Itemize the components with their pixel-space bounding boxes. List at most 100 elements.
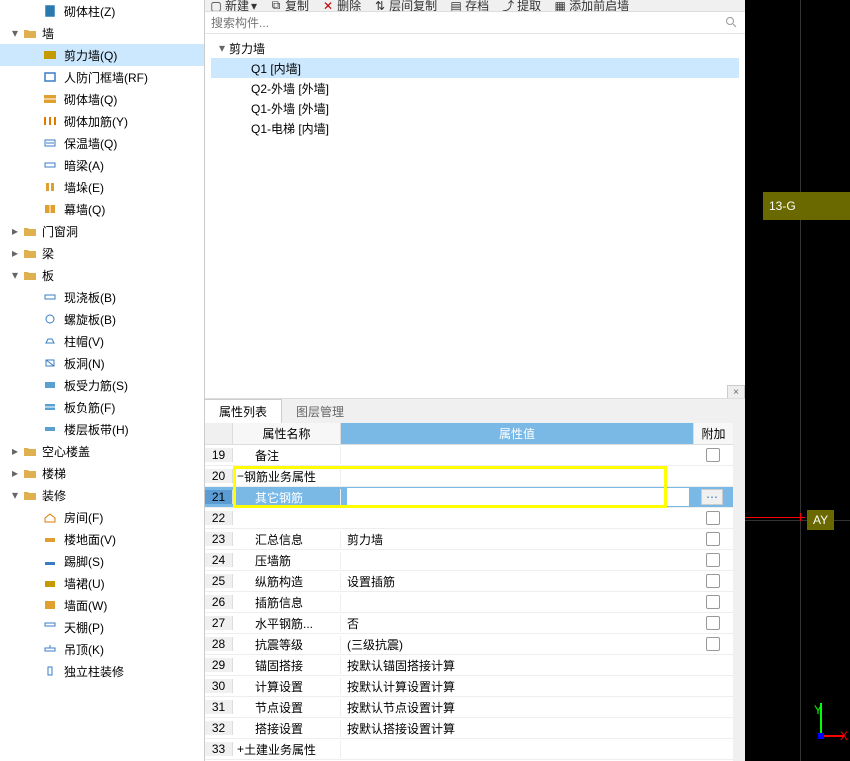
- component-item-q1-inner[interactable]: Q1 [内墙]: [211, 58, 739, 78]
- tree-item-skirting[interactable]: 踢脚(S): [0, 550, 204, 572]
- tree-item-stair[interactable]: ▸楼梯: [0, 462, 204, 484]
- component-instance-tree[interactable]: ▾剪力墙 Q1 [内墙] Q2-外墙 [外墙] Q1-外墙 [外墙] Q1-电梯…: [205, 34, 745, 399]
- tree-item-masonry-column[interactable]: 砌体柱(Z): [0, 0, 204, 22]
- collapse-icon[interactable]: ▾: [8, 268, 22, 282]
- tab-property-list[interactable]: 属性列表: [205, 399, 282, 423]
- tree-item-wall-pier[interactable]: 墙垛(E): [0, 176, 204, 198]
- tree-item-suspended-ceiling[interactable]: 吊顶(K): [0, 638, 204, 660]
- save-button[interactable]: ▤存档: [449, 0, 489, 12]
- component-item-q1-elevator[interactable]: Q1-电梯 [内墙]: [211, 118, 739, 138]
- tree-item-slab[interactable]: ▾ 板: [0, 264, 204, 286]
- additional-checkbox[interactable]: [706, 616, 720, 630]
- tree-item-civil-wall[interactable]: 人防门框墙(RF): [0, 66, 204, 88]
- search-icon[interactable]: [725, 16, 739, 30]
- tree-item-ceiling[interactable]: 天棚(P): [0, 616, 204, 638]
- property-value-cell[interactable]: [341, 488, 693, 506]
- tree-item-decoration[interactable]: ▾装修: [0, 484, 204, 506]
- category-toggle-icon[interactable]: +: [237, 742, 244, 756]
- tree-item-room[interactable]: 房间(F): [0, 506, 204, 528]
- property-row[interactable]: 25纵筋构造设置插筋: [205, 571, 733, 592]
- property-row[interactable]: 19备注: [205, 445, 733, 466]
- tree-item-masonry-wall[interactable]: 砌体墙(Q): [0, 88, 204, 110]
- tree-label: 板受力筋(S): [64, 377, 128, 394]
- additional-checkbox[interactable]: [706, 637, 720, 651]
- vertical-scrollbar[interactable]: [733, 423, 745, 761]
- property-row[interactable]: 26插筋信息: [205, 592, 733, 613]
- tree-item-floor-strip[interactable]: 楼层板带(H): [0, 418, 204, 440]
- component-item-q2-outer[interactable]: Q2-外墙 [外墙]: [211, 78, 739, 98]
- tree-item-beam[interactable]: ▸ 梁: [0, 242, 204, 264]
- tree-item-negative-rebar[interactable]: 板负筋(F): [0, 396, 204, 418]
- property-row[interactable]: 30计算设置按默认计算设置计算: [205, 676, 733, 697]
- new-button[interactable]: ▢新建 ▾: [209, 0, 257, 12]
- property-row[interactable]: 23汇总信息剪力墙: [205, 529, 733, 550]
- component-group-shear-wall[interactable]: ▾剪力墙: [211, 38, 739, 58]
- additional-checkbox[interactable]: [706, 448, 720, 462]
- expand-icon[interactable]: ▸: [8, 224, 22, 238]
- property-value-cell[interactable]: 按默认锚固搭接计算: [341, 657, 693, 674]
- property-row[interactable]: 31节点设置按默认节点设置计算: [205, 697, 733, 718]
- property-row[interactable]: 33+ 土建业务属性: [205, 739, 733, 760]
- property-row[interactable]: 20− 钢筋业务属性: [205, 466, 733, 487]
- additional-checkbox[interactable]: [706, 595, 720, 609]
- property-row[interactable]: 27水平钢筋...否: [205, 613, 733, 634]
- additional-checkbox[interactable]: [706, 553, 720, 567]
- property-value-cell[interactable]: 剪力墙: [341, 531, 693, 548]
- property-value-cell[interactable]: 否: [341, 615, 693, 632]
- property-value-cell[interactable]: (三级抗震): [341, 636, 693, 653]
- tree-item-cast-slab[interactable]: 现浇板(B): [0, 286, 204, 308]
- expand-icon[interactable]: ▸: [8, 466, 22, 480]
- cad-viewport[interactable]: 13-G AY Y X: [745, 0, 850, 761]
- tree-item-shear-wall[interactable]: 剪力墙(Q): [0, 44, 204, 66]
- additional-checkbox[interactable]: [706, 574, 720, 588]
- skirt-icon: [42, 554, 58, 568]
- tree-item-wall[interactable]: ▾ 墙: [0, 22, 204, 44]
- tree-item-insulation-wall[interactable]: 保温墙(Q): [0, 132, 204, 154]
- tree-item-wall-face[interactable]: 墙面(W): [0, 594, 204, 616]
- collapse-icon[interactable]: ▾: [8, 488, 22, 502]
- collapse-icon[interactable]: ▾: [8, 26, 22, 40]
- property-row[interactable]: 28抗震等级(三级抗震): [205, 634, 733, 655]
- tab-layer-management[interactable]: 图层管理: [282, 399, 358, 423]
- property-value-cell[interactable]: 设置插筋: [341, 573, 693, 590]
- tree-item-curtain-wall[interactable]: 幕墙(Q): [0, 198, 204, 220]
- tree-item-column-cap[interactable]: 柱帽(V): [0, 330, 204, 352]
- category-toggle-icon[interactable]: −: [237, 469, 244, 483]
- property-value-cell[interactable]: 按默认节点设置计算: [341, 699, 693, 716]
- property-row[interactable]: 22: [205, 508, 733, 529]
- copy-button[interactable]: ⧉复制: [269, 0, 309, 12]
- tree-item-slab-rebar[interactable]: 板受力筋(S): [0, 374, 204, 396]
- tree-item-hollow-floor[interactable]: ▸空心楼盖: [0, 440, 204, 462]
- component-item-q1-outer[interactable]: Q1-外墙 [外墙]: [211, 98, 739, 118]
- layer-copy-button[interactable]: ⇅层间复制: [373, 0, 437, 12]
- panel-close-button[interactable]: ×: [727, 385, 745, 399]
- tree-item-wainscot[interactable]: 墙裙(U): [0, 572, 204, 594]
- property-row[interactable]: 24压墙筋: [205, 550, 733, 571]
- search-input[interactable]: [211, 16, 725, 30]
- property-row[interactable]: 21其它钢筋⋯: [205, 487, 733, 508]
- expand-icon[interactable]: ▸: [8, 246, 22, 260]
- additional-checkbox[interactable]: [706, 532, 720, 546]
- property-value-cell[interactable]: 按默认搭接设置计算: [341, 720, 693, 737]
- property-value-cell[interactable]: 按默认计算设置计算: [341, 678, 693, 695]
- add-startup-button[interactable]: ▦添加前启墙: [553, 0, 629, 12]
- extract-button[interactable]: ⤴提取: [501, 0, 541, 12]
- tree-item-reinforced-masonry[interactable]: 砌体加筋(Y): [0, 110, 204, 132]
- tree-item-spiral-slab[interactable]: 螺旋板(B): [0, 308, 204, 330]
- tree-item-slab-hole[interactable]: 板洞(N): [0, 352, 204, 374]
- more-button[interactable]: ⋯: [701, 489, 723, 505]
- component-category-tree[interactable]: 砌体柱(Z) ▾ 墙 剪力墙(Q) 人防门框墙(RF) 砌体墙(Q) 砌体加筋(…: [0, 0, 205, 761]
- tree-item-dark-beam[interactable]: 暗梁(A): [0, 154, 204, 176]
- row-number: 31: [205, 700, 233, 714]
- tree-item-independent-column-deco[interactable]: 独立柱装修: [0, 660, 204, 682]
- additional-checkbox[interactable]: [706, 511, 720, 525]
- collapse-icon[interactable]: ▾: [219, 41, 225, 55]
- expand-icon[interactable]: ▸: [8, 444, 22, 458]
- delete-button[interactable]: ✕删除: [321, 0, 361, 12]
- property-row[interactable]: 29锚固搭接按默认锚固搭接计算: [205, 655, 733, 676]
- property-table-body[interactable]: 19备注20− 钢筋业务属性21其它钢筋⋯2223汇总信息剪力墙24压墙筋25纵…: [205, 445, 733, 761]
- property-value-input[interactable]: [347, 488, 689, 506]
- tree-item-floor-finish[interactable]: 楼地面(V): [0, 528, 204, 550]
- tree-item-door-window[interactable]: ▸ 门窗洞: [0, 220, 204, 242]
- property-row[interactable]: 32搭接设置按默认搭接设置计算: [205, 718, 733, 739]
